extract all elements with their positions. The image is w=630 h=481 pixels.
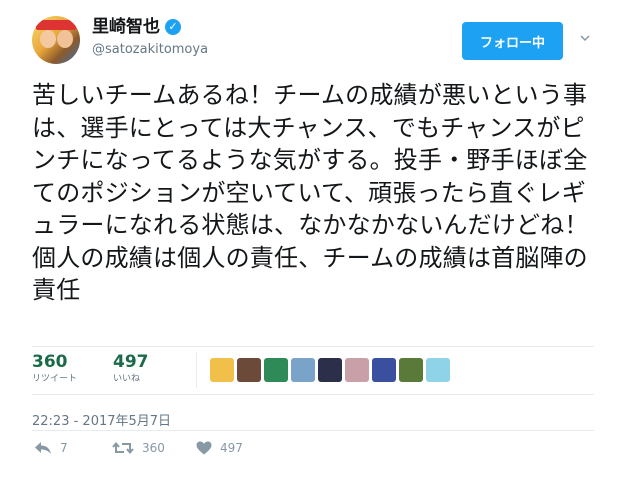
user-avatar[interactable]: [32, 16, 80, 64]
retweet-action-count: 360: [142, 441, 165, 455]
verified-badge-icon: ✓: [165, 19, 181, 35]
retweet-stat[interactable]: 360 リツイート: [32, 352, 77, 386]
chevron-down-icon[interactable]: [580, 33, 590, 43]
retweet-icon: [112, 441, 134, 455]
like-count: 497: [113, 352, 149, 372]
like-button[interactable]: 497: [196, 441, 243, 455]
tweet-text: 苦しいチームあるね！チームの成績が悪いという事は、選手にとっては大チャンス、でも…: [32, 81, 589, 304]
liker-avatar-9[interactable]: [426, 358, 450, 382]
avatar-face-left: [40, 30, 56, 48]
like-stat[interactable]: 497 いいね: [113, 352, 149, 386]
liker-avatar-3[interactable]: [264, 358, 288, 382]
reply-button[interactable]: 7: [34, 441, 68, 455]
tweet-timestamp[interactable]: 22:23 - 2017年5月7日: [32, 410, 171, 429]
following-button[interactable]: フォロー中: [462, 22, 563, 60]
divider: [32, 394, 594, 395]
user-name-row[interactable]: 里崎智也 ✓: [92, 16, 181, 38]
avatar-face-right: [57, 30, 73, 48]
liker-avatar-7[interactable]: [372, 358, 396, 382]
avatar-cap: [36, 20, 76, 30]
retweet-count: 360: [32, 352, 68, 372]
reply-icon: [35, 442, 51, 454]
user-handle[interactable]: @satozakitomoya: [92, 42, 208, 57]
liker-avatar-5[interactable]: [318, 358, 342, 382]
likers-avatars: [210, 358, 450, 382]
liker-avatar-8[interactable]: [399, 358, 423, 382]
divider: [32, 430, 594, 431]
liker-avatar-4[interactable]: [291, 358, 315, 382]
reply-count: 7: [60, 441, 68, 455]
retweet-button[interactable]: 360: [112, 441, 165, 455]
retweet-label: リツイート: [32, 374, 78, 384]
divider: [32, 346, 594, 347]
stat-separator: [196, 352, 197, 388]
like-action-count: 497: [220, 441, 243, 455]
heart-icon: [196, 441, 212, 455]
liker-avatar-1[interactable]: [210, 358, 234, 382]
liker-avatar-6[interactable]: [345, 358, 369, 382]
like-label: いいね: [113, 374, 141, 384]
user-display-name[interactable]: 里崎智也: [92, 16, 160, 38]
liker-avatar-2[interactable]: [237, 358, 261, 382]
